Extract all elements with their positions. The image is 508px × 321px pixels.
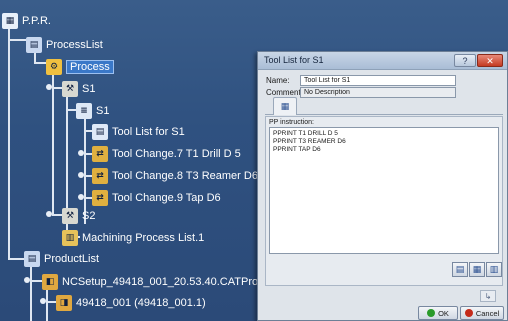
pp-line: PPRINT T1 DRILL D 5	[273, 130, 338, 137]
tree-node-label: Process	[66, 60, 114, 74]
pp-tab-icon: ▦	[280, 101, 290, 111]
tree-node-label: NCSetup_49418_001_20.53.40.CATProdu	[62, 276, 271, 288]
cancel-button[interactable]: Cancel	[460, 306, 504, 320]
expand-toggle[interactable]	[40, 298, 46, 304]
process-icon: ⚙	[46, 59, 62, 75]
tree-node-part[interactable]: ◨ 49418_001 (49418_001.1)	[56, 294, 206, 312]
tool-change-icon: ⇄	[92, 168, 108, 184]
pp-instruction-group: PP instruction: PPRINT T1 DRILL D 5 PPRI…	[265, 116, 503, 286]
pp-tool-button-3[interactable]: ▥	[486, 262, 502, 277]
pp-instruction-editor[interactable]: PPRINT T1 DRILL D 5 PPRINT T3 REAMER D6 …	[269, 127, 499, 254]
pp-line: PPRINT TAP D6	[273, 146, 321, 153]
ok-button[interactable]: OK	[418, 306, 458, 320]
insert-icon: ↳	[484, 291, 492, 301]
tree-connector	[8, 18, 10, 258]
expand-toggle[interactable]	[78, 194, 84, 200]
pp-insert-button[interactable]: ↳	[480, 290, 496, 302]
tree-node-label: 49418_001 (49418_001.1)	[76, 297, 206, 309]
nc-setup-icon: ◧	[42, 274, 58, 290]
close-icon: ✕	[486, 56, 494, 66]
name-row: Name:	[266, 74, 456, 86]
tool-change-icon: ⇄	[92, 190, 108, 206]
expand-toggle[interactable]	[78, 150, 84, 156]
part-icon: ◨	[56, 295, 72, 311]
product-list-icon: ▤	[24, 251, 40, 267]
table-icon: ▦	[472, 264, 482, 274]
cancel-label: Cancel	[475, 308, 500, 318]
setup-icon: ⚒	[62, 208, 78, 224]
setup-icon: ⚒	[62, 81, 78, 97]
name-field[interactable]	[300, 74, 456, 86]
tree-node-setup-s2[interactable]: ⚒ S2	[62, 207, 95, 225]
pp-line: PPRINT T3 REAMER D6	[273, 138, 346, 145]
tree-node-tool-change[interactable]: ⇄ Tool Change.9 Tap D6	[92, 189, 221, 207]
ppr-icon: ▦	[2, 13, 18, 29]
expand-toggle[interactable]	[24, 277, 30, 283]
tree-node-label: Tool List for S1	[112, 126, 185, 138]
tree-node-program-s1[interactable]: ≡ S1	[76, 102, 109, 120]
pp-tool-button-1[interactable]: ▤	[452, 262, 468, 277]
tool-change-icon: ⇄	[92, 146, 108, 162]
ok-icon	[427, 309, 436, 317]
tree-node-label: Machining Process List.1	[82, 232, 205, 244]
tree-connector	[46, 288, 48, 321]
ok-label: OK	[438, 308, 449, 318]
help-icon: ?	[462, 56, 468, 66]
tree-node-process-list[interactable]: ▤ ProcessList	[26, 36, 103, 54]
machining-list-icon: ▥	[62, 230, 78, 246]
tool-list-dialog: Tool List for S1 ? ✕ Name: Comment: ▦ PP…	[257, 51, 508, 321]
process-list-icon: ▤	[26, 37, 42, 53]
close-button[interactable]: ✕	[477, 54, 503, 67]
tree-node-nc-setup[interactable]: ◧ NCSetup_49418_001_20.53.40.CATProdu	[42, 273, 270, 291]
tree-connector	[52, 74, 54, 214]
tree-node-tool-change[interactable]: ⇄ Tool Change.8 T3 Reamer D6	[92, 167, 258, 185]
tree-node-label: Tool Change.7 T1 Drill D 5	[112, 148, 241, 160]
name-label: Name:	[266, 75, 290, 85]
chart-icon: ▥	[489, 264, 499, 274]
expand-toggle[interactable]	[78, 172, 84, 178]
tree-node-label: S1	[82, 83, 96, 95]
tree-connector	[8, 39, 28, 41]
expand-toggle[interactable]	[46, 84, 52, 90]
tree-node-label: S1	[96, 105, 110, 117]
tree-node-label: ProcessList	[46, 39, 103, 51]
program-icon: ≡	[76, 103, 92, 119]
tree-node-setup-s1[interactable]: ⚒ S1	[62, 80, 95, 98]
tree-node-machining-process-list[interactable]: ▥ Machining Process List.1	[62, 229, 204, 247]
dialog-titlebar[interactable]: Tool List for S1 ? ✕	[258, 52, 507, 70]
pp-tool-button-2[interactable]: ▦	[469, 262, 485, 277]
tree-node-label: P.P.R.	[22, 15, 51, 27]
tree-connector	[30, 266, 32, 321]
tree-node-label: Tool Change.9 Tap D6	[112, 192, 221, 204]
expand-toggle[interactable]	[46, 211, 52, 217]
tool-list-icon: ▤	[92, 124, 108, 140]
pp-instruction-label: PP instruction:	[269, 119, 315, 126]
tree-node-tool-list[interactable]: ▤ Tool List for S1	[92, 123, 185, 141]
tree-node-tool-change[interactable]: ⇄ Tool Change.7 T1 Drill D 5	[92, 145, 241, 163]
tree-node-ppr[interactable]: ▦ P.P.R.	[2, 12, 51, 30]
tree-node-label: ProductList	[44, 253, 100, 265]
cancel-icon	[464, 309, 473, 317]
tree-node-product-list[interactable]: ▤ ProductList	[24, 250, 99, 268]
tree-node-process[interactable]: ⚙ Process	[46, 58, 114, 76]
document-icon: ▤	[455, 264, 465, 274]
dialog-title: Tool List for S1	[264, 55, 324, 65]
tree-node-label: Tool Change.8 T3 Reamer D6	[112, 170, 258, 182]
tree-node-label: S2	[82, 210, 96, 222]
tab-strip: ▦	[265, 95, 503, 115]
help-button[interactable]: ?	[454, 54, 476, 67]
tab-pp-instruction[interactable]: ▦	[273, 97, 297, 115]
